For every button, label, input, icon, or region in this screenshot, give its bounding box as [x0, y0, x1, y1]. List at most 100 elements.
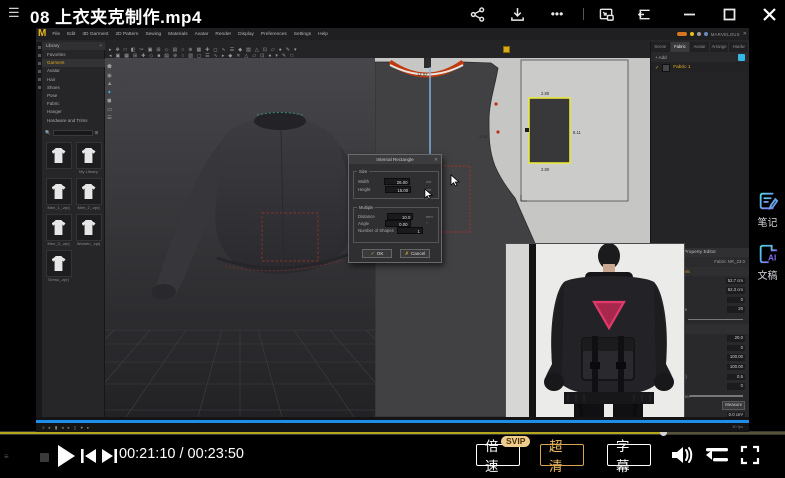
viewport-toggle-icon[interactable]: ⬟ [107, 64, 112, 70]
download-icon[interactable] [506, 4, 528, 24]
library-thumbnail[interactable]: Men_2_.zprj [75, 178, 102, 211]
subtitle-button[interactable]: 字幕 [607, 444, 651, 466]
prev-video-icon[interactable] [40, 453, 49, 462]
library-thumbnail[interactable]: Men_3_.zprj [45, 214, 72, 247]
library-thumbnail[interactable]: Dress_.zprj [45, 250, 72, 283]
transcript-button[interactable]: AI 文稿 [757, 243, 779, 282]
side-tool-buttons: 笔记 AI 文稿 [751, 190, 784, 282]
timeline-control-icon[interactable]: ◂ [61, 424, 63, 431]
copies-input[interactable]: 1 [397, 227, 423, 234]
pip-icon[interactable] [596, 4, 618, 24]
volume-icon[interactable] [670, 444, 694, 466]
ok-button[interactable]: ✓OK [362, 249, 392, 258]
library-section-item[interactable]: Favorites [42, 51, 105, 59]
md-timeline: ≡▸▮◂▸▯●▸ 30 fps [36, 417, 749, 432]
md-menu-item[interactable]: Materials [168, 32, 187, 37]
library-section-item[interactable]: Hardware and Trims [42, 117, 105, 125]
library-search-input[interactable] [53, 130, 93, 136]
md-menu-item[interactable]: Sewing [145, 32, 161, 37]
cancel-button[interactable]: ✗Cancel [400, 249, 430, 258]
hamburger-menu-icon[interactable]: ☰ [8, 6, 20, 20]
height-input[interactable]: 15.00 [385, 186, 411, 193]
garment-thumbnail-image [46, 178, 72, 205]
close-button[interactable] [758, 4, 780, 24]
maximize-button[interactable] [718, 4, 740, 24]
dim-label-rect-right: 8.11 [573, 130, 582, 135]
mini-menu-icon[interactable]: ≡ [4, 452, 9, 461]
minimize-button[interactable] [678, 4, 700, 24]
object-browser-tab[interactable]: Avatar [690, 42, 710, 52]
md-menu-item[interactable]: Display [238, 32, 254, 37]
library-thumbnail[interactable]: Women_.zprj [75, 214, 102, 247]
timeline-control-icon[interactable]: ▮ [55, 424, 57, 431]
md-menu-item[interactable]: Render [215, 32, 231, 37]
library-section-item[interactable]: Hanger [42, 108, 105, 116]
timeline-control-icon[interactable]: ▸ [87, 424, 89, 431]
speed-button[interactable]: 倍速 [476, 444, 520, 466]
dialog-titlebar[interactable]: Internal Rectangle ✕ [349, 155, 441, 164]
viewport-toggle-icon[interactable]: ◼ [107, 98, 112, 104]
fabric-list-item[interactable]: ✓ Fabric 1 [651, 62, 749, 73]
grid-view-icon[interactable]: ⊞ [95, 130, 99, 136]
highlighted-tool-icon[interactable] [738, 54, 745, 61]
library-thumbnail[interactable]: Men_1_.zprj [45, 178, 72, 211]
dialog-close-icon[interactable]: ✕ [434, 155, 438, 164]
timeline-control-icon[interactable]: ▸ [49, 424, 51, 431]
share-icon[interactable] [466, 4, 488, 24]
notes-button[interactable]: 笔记 [757, 190, 779, 229]
library-tab[interactable]: Library× [42, 42, 105, 50]
md-menu-item[interactable]: Help [318, 32, 328, 37]
active-tool-icon[interactable] [503, 46, 510, 53]
fullscreen-icon[interactable] [740, 445, 760, 465]
library-section-item[interactable]: Garment [42, 59, 105, 67]
timeline-control-icon[interactable]: ▯ [74, 424, 76, 431]
add-button[interactable]: + Add [655, 55, 667, 60]
video-title: 08 上衣夹克制作.mp4 [30, 3, 202, 28]
md-menubar-right: MARVELOUS ✕ [677, 28, 747, 40]
viewport-toggle-icon[interactable]: ✦ [107, 90, 112, 96]
width-input[interactable]: 26.00 [384, 178, 410, 185]
timeline-control-icon[interactable]: ▸ [68, 424, 70, 431]
mouse-cursor [450, 174, 460, 187]
timeline-progress-line[interactable] [36, 420, 749, 423]
frame-forward-button[interactable] [101, 448, 118, 464]
md-menu-item[interactable]: Preferences [261, 32, 287, 37]
video-content-area[interactable]: M FileEdit3D Garment2D PatternSewingMate… [36, 28, 749, 432]
object-browser-tab[interactable]: Arrange [710, 42, 730, 52]
md-menu-item[interactable]: 3D Garment [82, 32, 108, 37]
md-menu-item[interactable]: 2D Pattern [116, 32, 139, 37]
viewport-toggle-icon[interactable]: ◉ [107, 73, 112, 79]
reference-photo-window[interactable] [505, 243, 685, 432]
viewport-toggle-icon[interactable]: ▭ [107, 107, 112, 113]
object-browser-tab[interactable]: Hardw [729, 42, 749, 52]
viewport-toggle-icon[interactable]: ☰ [107, 115, 112, 121]
distance-input[interactable]: 10.0 [387, 213, 413, 220]
library-thumbnail[interactable]: My Library [75, 142, 102, 175]
md-menu-item[interactable]: File [52, 32, 60, 37]
timeline-control-icon[interactable]: ● [80, 424, 83, 431]
object-browser-tab[interactable]: Scene [651, 42, 671, 52]
3d-viewport[interactable]: ⬟ ◉ ▲ ✦ ◼ ▭ ☰ [105, 58, 375, 417]
md-close-icon[interactable]: ✕ [743, 31, 747, 37]
md-menu-item[interactable]: Settings [294, 32, 311, 37]
object-browser-tab[interactable]: Fabric [671, 42, 691, 52]
dock-sidebar-icon[interactable] [633, 4, 655, 24]
library-section-item[interactable]: Fabric [42, 100, 105, 108]
md-menu-item[interactable]: Avatar [195, 32, 209, 37]
close-tab-icon[interactable]: × [99, 42, 102, 50]
library-thumbnail[interactable] [45, 142, 72, 175]
playlist-icon[interactable] [704, 446, 730, 464]
library-section-item[interactable]: Pose [42, 92, 105, 100]
angle-input[interactable]: 0.00 [385, 220, 411, 227]
library-section-item[interactable]: Hair [42, 76, 105, 84]
frame-back-button[interactable] [80, 448, 97, 464]
library-section-item[interactable]: Shoes [42, 84, 105, 92]
timeline-control-icon[interactable]: ≡ [42, 424, 45, 431]
quality-button[interactable]: 超清 [540, 444, 584, 466]
library-section-item[interactable]: Avatar [42, 67, 105, 75]
md-menu-item[interactable]: Edit [67, 32, 75, 37]
more-options-icon[interactable]: ••• [546, 4, 568, 24]
garment-thumbnail-image [46, 142, 72, 169]
play-button[interactable] [56, 444, 76, 468]
viewport-toggle-icon[interactable]: ▲ [107, 81, 112, 87]
